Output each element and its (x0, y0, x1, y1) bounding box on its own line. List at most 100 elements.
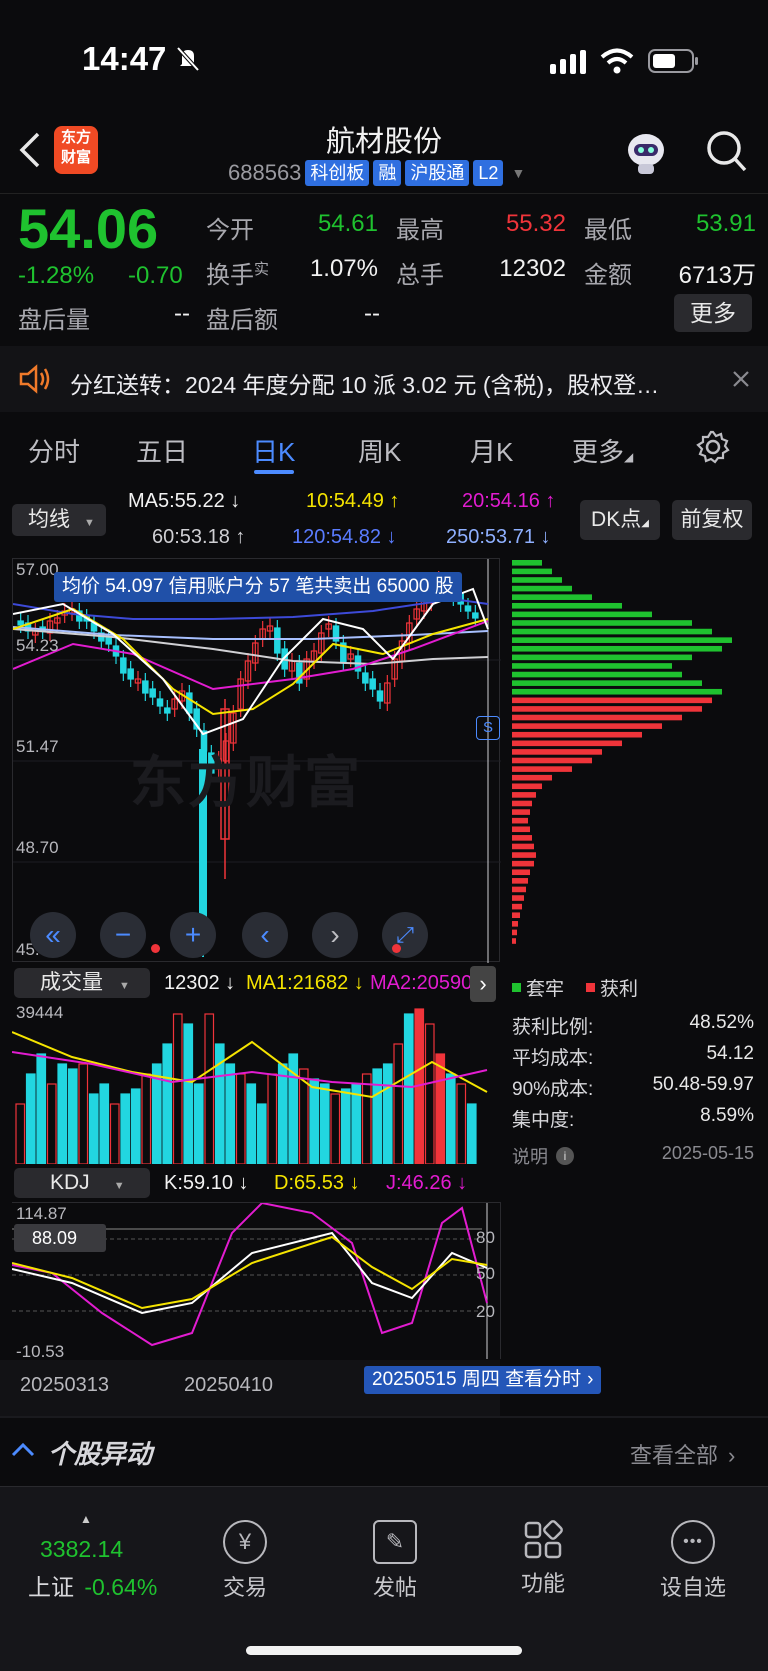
grid-icon (523, 1520, 563, 1560)
chip-bar (512, 817, 528, 824)
tag-l2: L2 (473, 160, 504, 186)
nav-post[interactable]: ✎ 发帖 (350, 1520, 440, 1602)
candle-body (369, 678, 376, 690)
tab-five-day[interactable]: 五日 (136, 432, 188, 469)
candle-body (120, 657, 127, 674)
chip-bar (512, 895, 524, 901)
candle-body (156, 698, 164, 707)
chip-bar (512, 852, 536, 858)
volume-label: 总手 (396, 262, 444, 289)
volume-bar (225, 1063, 236, 1165)
vol-ma2: MA2:20590 (370, 972, 473, 994)
kdj-selector[interactable]: KDJ ▼ (14, 1168, 150, 1198)
dk-point-button[interactable]: DK点◢ (580, 500, 660, 540)
more-dots-icon: ••• (671, 1520, 715, 1564)
index-row[interactable]: 上证 -0.64% (28, 1568, 157, 1602)
indicator-next-icon[interactable]: › (470, 966, 496, 1002)
tab-minute[interactable]: 分时 (28, 432, 80, 469)
kdj-j: J:46.26 ↓ (386, 1172, 468, 1194)
concentration-value: 8.59% (700, 1105, 754, 1126)
volume-bar (183, 1023, 194, 1165)
volume-bar (141, 1073, 152, 1165)
stock-code-row: 688563 科创板 融 沪股通 L2 ▼ (228, 160, 525, 186)
date-tip-text: 20250515 周四 查看分时 (372, 1369, 582, 1390)
volume-bar (246, 1083, 257, 1165)
volume-bar (466, 1103, 477, 1165)
volume-bar (424, 1023, 435, 1165)
chip-bar (512, 585, 572, 592)
low-label: 最低 (584, 217, 632, 244)
turnover-value: 1.07% (309, 255, 378, 282)
volume-bar (435, 1053, 446, 1165)
collapse-icon[interactable] (10, 1440, 36, 1463)
chip-bar (512, 611, 652, 618)
vol-value: 12302 ↓ (164, 972, 236, 994)
index-change: -0.64% (84, 1574, 158, 1600)
chip-bar (512, 860, 534, 867)
zoom-in-icon[interactable]: + (170, 912, 216, 958)
tab-day-k[interactable]: 日K (252, 432, 295, 469)
volume-bar (361, 1073, 372, 1165)
chevron-down-icon[interactable]: ▼ (511, 165, 525, 181)
nav-function[interactable]: 功能 (498, 1520, 588, 1598)
chip-bar (512, 766, 572, 772)
profit-swatch (586, 983, 596, 992)
nav-set-watch[interactable]: ••• 设自选 (648, 1520, 738, 1602)
chip-bar (512, 568, 552, 575)
more-button[interactable]: 更多 (674, 294, 752, 332)
volume-selector[interactable]: 成交量 ▼ (14, 968, 150, 998)
candle-body (105, 636, 112, 645)
chip-bar (512, 740, 622, 747)
high-value: 55.32 (505, 210, 566, 237)
chip-bar (512, 783, 542, 790)
settings-gear-icon[interactable] (696, 430, 730, 469)
chip-bar (512, 938, 516, 944)
fast-back-icon[interactable]: « (30, 912, 76, 958)
volume-bar (15, 1103, 26, 1165)
chip-note[interactable]: 说明 i (512, 1143, 574, 1169)
next-icon[interactable]: › (312, 912, 358, 958)
kdj-cursor-label: 88.09 (14, 1224, 106, 1252)
info-icon[interactable]: i (556, 1147, 574, 1165)
chip-bar (512, 637, 732, 643)
robot-assistant-icon[interactable] (622, 128, 670, 181)
ma250-line (12, 626, 489, 640)
date-tip[interactable]: 20250515 周四 查看分时 › (364, 1366, 602, 1394)
search-icon[interactable] (704, 128, 748, 179)
prev-icon[interactable]: ‹ (242, 912, 288, 958)
chip-bar (512, 560, 542, 566)
tab-week-k[interactable]: 周K (358, 432, 401, 469)
chip-bar (512, 714, 682, 721)
ma250-value: 250:53.71 ↓ (446, 526, 551, 548)
volume-bar (445, 1073, 456, 1165)
tab-more[interactable]: 更多◢ (572, 432, 633, 469)
expand-icon[interactable]: ⤢ (382, 912, 428, 958)
view-all-link[interactable]: 查看全部 › (630, 1438, 735, 1470)
volume-svg (11, 1008, 488, 1165)
nav-function-label: 功能 (520, 1571, 565, 1596)
amount-label: 金额 (584, 262, 632, 289)
adjust-button[interactable]: 前复权 (672, 500, 752, 540)
close-icon[interactable] (730, 368, 752, 395)
candle-body (362, 672, 369, 684)
date-label-1: 20250313 (20, 1374, 109, 1396)
tag-margin: 融 (373, 160, 402, 186)
nav-set-watch-label: 设自选 (659, 1575, 726, 1600)
divider (0, 193, 768, 194)
after-amount-value: -- (364, 300, 380, 327)
nav-trade[interactable]: ¥ 交易 (200, 1520, 290, 1602)
index-value[interactable]: 3382.14 (40, 1536, 123, 1563)
chip-svg (512, 560, 732, 944)
sell-marker-icon[interactable]: S (476, 716, 500, 740)
ma-selector[interactable]: 均线 ▼ (12, 504, 106, 536)
volume-selector-label: 成交量 (40, 971, 103, 994)
notice-text[interactable]: 分红送转：2024 年度分配 10 派 3.02 元 (含税)，股权登… (70, 366, 700, 400)
chip-bar (512, 654, 692, 661)
active-tab-indicator (254, 470, 294, 474)
ma5-value: MA5:55.22 ↓ (128, 490, 241, 512)
tab-month-k[interactable]: 月K (470, 432, 513, 469)
volume-bar (330, 1093, 341, 1165)
zoom-out-icon[interactable]: − (100, 912, 146, 958)
volume-bar (25, 1073, 36, 1165)
concentration-label: 集中度: (512, 1110, 575, 1131)
